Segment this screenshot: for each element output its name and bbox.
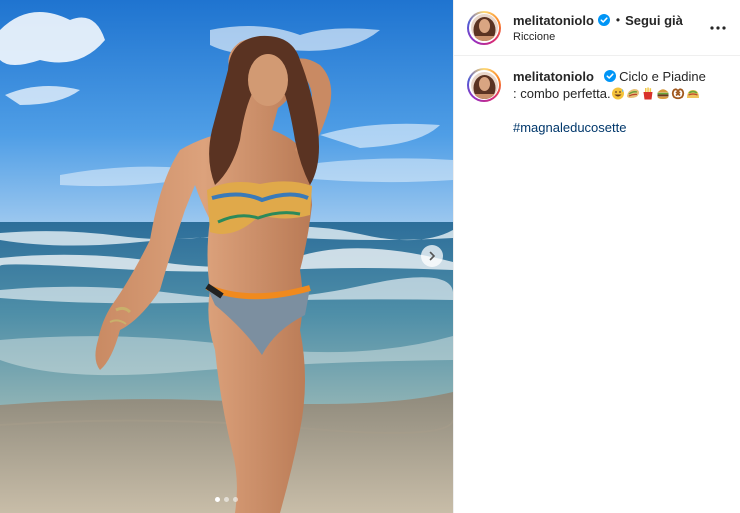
post-caption: melitatoniolo Ciclo e Piadine : combo pe…	[454, 56, 740, 136]
instagram-post: melitatoniolo • Segui già Riccione melit…	[0, 0, 740, 513]
author-avatar[interactable]	[467, 10, 501, 45]
carousel-dot	[233, 497, 238, 502]
more-horizontal-icon	[710, 25, 726, 30]
post-photo[interactable]	[0, 0, 453, 513]
burrito-emoji	[626, 89, 639, 98]
verified-badge-icon	[603, 70, 616, 82]
profile-picture-image	[470, 71, 498, 99]
verified-badge-icon	[597, 14, 610, 26]
carousel-dot-active	[215, 497, 220, 502]
caption-emojis	[611, 87, 700, 100]
chevron-right-icon	[429, 251, 436, 261]
grinning-sweat-emoji	[611, 87, 624, 100]
following-button[interactable]: Segui già	[625, 13, 683, 28]
author-info: melitatoniolo • Segui già Riccione	[513, 13, 706, 43]
author-username[interactable]: melitatoniolo	[513, 13, 594, 28]
profile-picture-image	[470, 14, 498, 41]
post-location[interactable]: Riccione	[513, 31, 706, 43]
post-header: melitatoniolo • Segui già Riccione	[454, 0, 740, 56]
post-side-panel: melitatoniolo • Segui già Riccione melit…	[453, 0, 740, 513]
beach-photo-image	[0, 0, 453, 513]
fries-emoji	[643, 87, 653, 100]
burger-emoji	[657, 89, 669, 99]
caption-username[interactable]: melitatoniolo	[513, 69, 594, 84]
caption-hashtag-link[interactable]: #magnaleducosette	[513, 119, 713, 136]
taco-emoji	[686, 90, 699, 98]
carousel-dot	[224, 497, 229, 502]
separator-dot: •	[615, 13, 621, 27]
more-options-button[interactable]	[706, 16, 730, 40]
caption-author-avatar[interactable]	[467, 68, 501, 102]
caption-body: melitatoniolo Ciclo e Piadine : combo pe…	[513, 68, 713, 136]
carousel-indicator	[0, 497, 453, 502]
carousel-next-button[interactable]	[421, 245, 443, 267]
pretzel-emoji	[671, 88, 684, 100]
